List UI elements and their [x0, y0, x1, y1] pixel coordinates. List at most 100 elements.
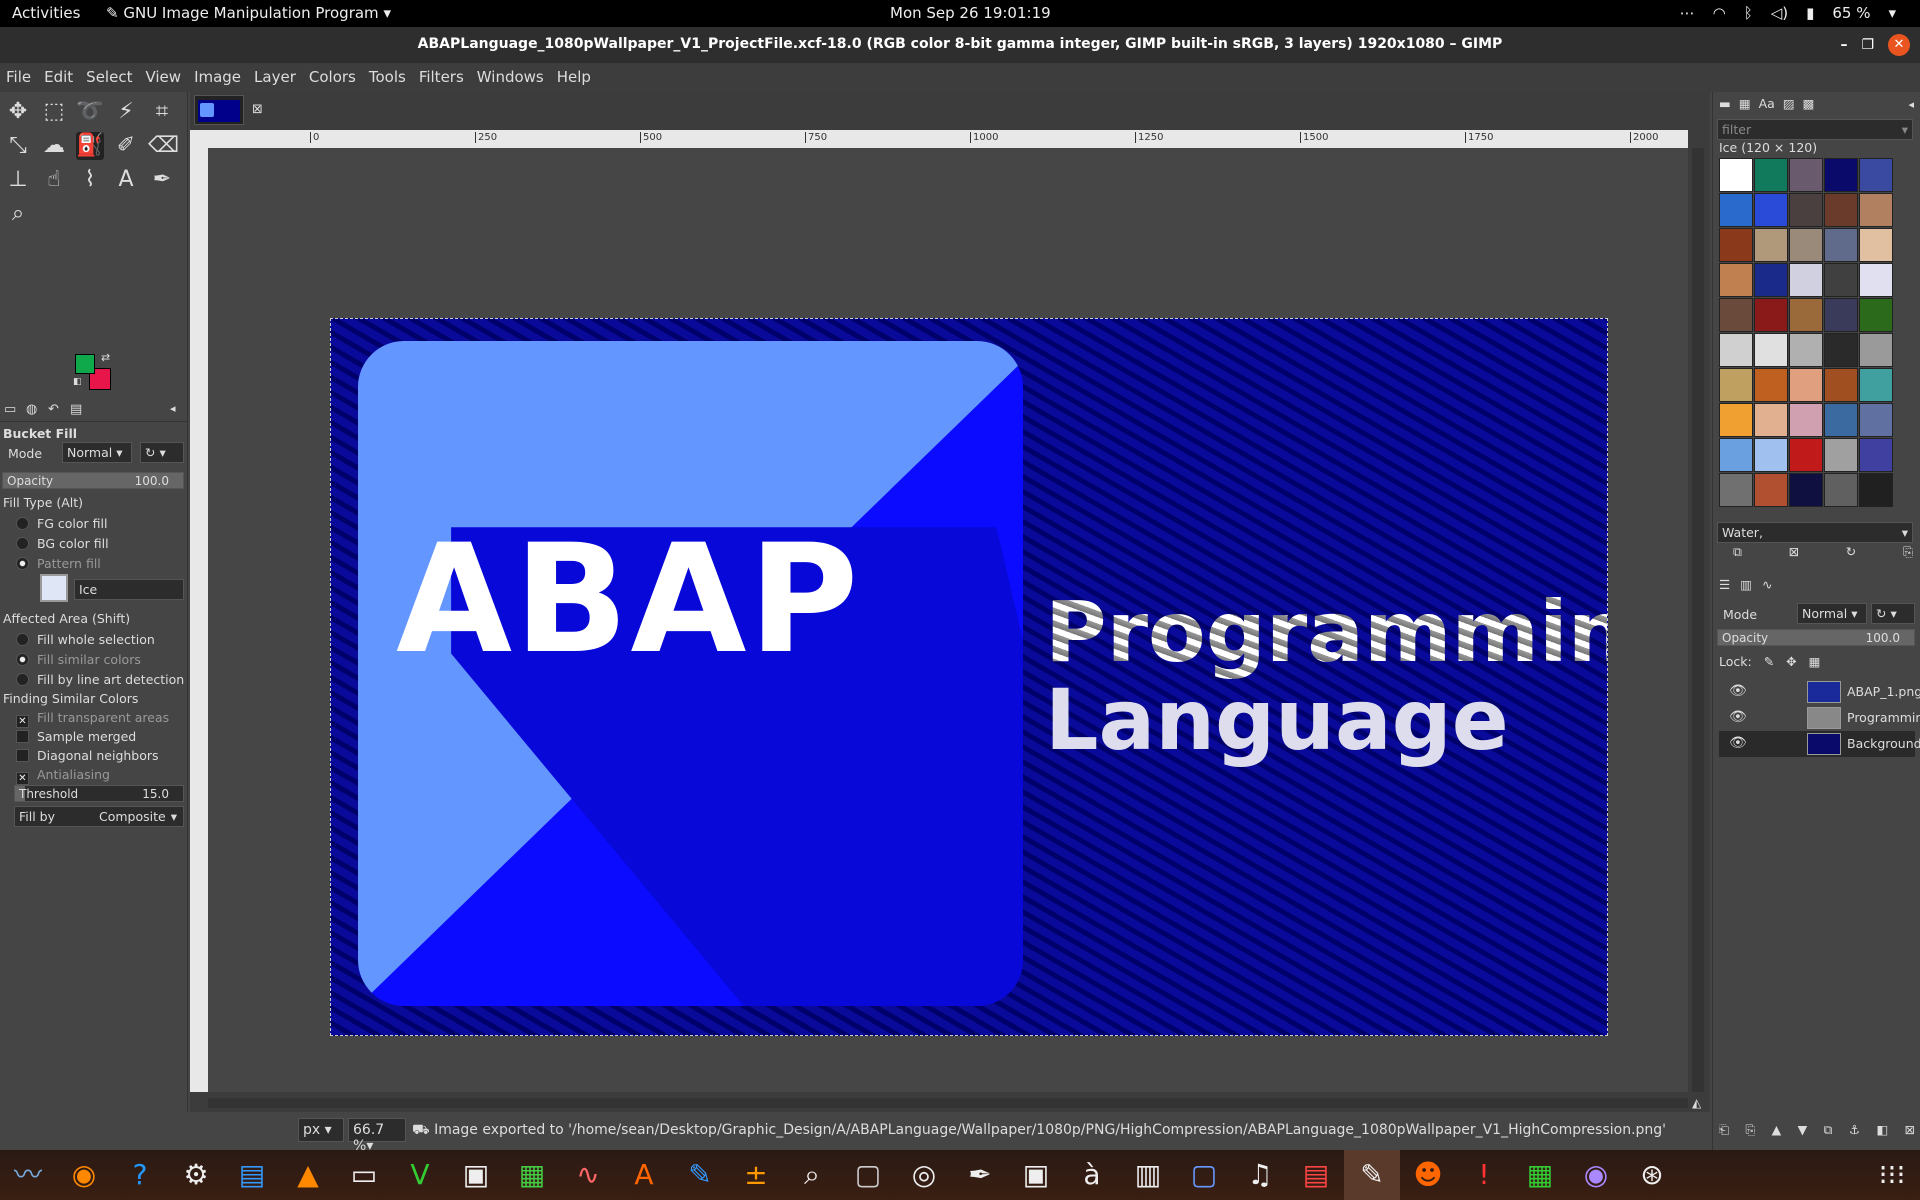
pattern-swatch[interactable]	[1859, 228, 1893, 262]
vertical-scrollbar[interactable]	[1692, 148, 1704, 1092]
delete-layer-icon[interactable]: ⊠	[1904, 1122, 1914, 1138]
pattern-swatch[interactable]	[1859, 473, 1893, 507]
color-picker-tool-icon[interactable]: ✒	[148, 166, 176, 194]
bluetooth-icon[interactable]: ᛒ	[1744, 4, 1753, 22]
terminal-icon[interactable]: ▭	[336, 1150, 392, 1200]
update-notifier-icon[interactable]: !	[1456, 1150, 1512, 1200]
pattern-swatch[interactable]	[1859, 263, 1893, 297]
pattern-tag-field[interactable]: Water, ▾	[1717, 522, 1913, 543]
pattern-swatch[interactable]	[1754, 473, 1788, 507]
fuzzy-select-tool-icon[interactable]: ⚡	[112, 98, 140, 126]
pattern-swatch[interactable]	[1824, 228, 1858, 262]
raise-layer-icon[interactable]: ▲	[1772, 1122, 1782, 1138]
open-pattern-icon[interactable]: ⎘	[1903, 544, 1913, 560]
writer-icon[interactable]: ▤	[224, 1150, 280, 1200]
warp-transform-tool-icon[interactable]: ☁	[40, 132, 68, 160]
menu-image[interactable]: Image	[188, 63, 248, 86]
app-store-icon[interactable]: ⊛	[1624, 1150, 1680, 1200]
new-group-icon[interactable]: ⎘	[1745, 1122, 1755, 1138]
similar-colors-checkbox[interactable]: ✕ Fill transparent areas	[16, 710, 169, 728]
brushes-tab-icon[interactable]: ▬	[1719, 96, 1731, 111]
system-monitor-icon[interactable]: 〰	[0, 1150, 56, 1200]
volume-icon[interactable]: ◁)	[1771, 4, 1788, 22]
character-map-icon[interactable]: à	[1064, 1150, 1120, 1200]
pattern-swatch[interactable]	[1789, 263, 1823, 297]
display-icon[interactable]: ▣	[448, 1150, 504, 1200]
pattern-swatch[interactable]	[1719, 403, 1753, 437]
images-tab-icon[interactable]: ▤	[70, 402, 82, 417]
show-applications-icon[interactable]: ⁝⁝⁝	[1864, 1150, 1920, 1200]
battery-icon[interactable]: ▮	[1806, 4, 1814, 22]
anchor-layer-icon[interactable]: ⚓	[1849, 1122, 1860, 1138]
image-viewer-icon[interactable]: ⌕	[784, 1150, 840, 1200]
affected-area-option[interactable]: Fill whole selection	[16, 632, 155, 647]
menu-view[interactable]: View	[139, 63, 188, 86]
gradients-tab-icon[interactable]: ▨	[1783, 96, 1795, 111]
mask-layer-icon[interactable]: ◧	[1876, 1122, 1888, 1138]
pattern-swatch[interactable]	[1824, 333, 1858, 367]
pattern-swatch[interactable]	[1719, 193, 1753, 227]
layers-tab-icon[interactable]: ☰	[1719, 577, 1730, 592]
pattern-swatch[interactable]	[1859, 368, 1893, 402]
settings-icon[interactable]: ⚙	[168, 1150, 224, 1200]
menu-file[interactable]: File	[0, 63, 38, 86]
pattern-swatch[interactable]	[1789, 158, 1823, 192]
lock-position-icon[interactable]: ✥	[1786, 654, 1796, 669]
pattern-swatch[interactable]	[1719, 263, 1753, 297]
wifi-icon[interactable]: ◠	[1713, 4, 1726, 22]
pattern-swatch[interactable]	[1859, 438, 1893, 472]
swap-colors-icon[interactable]: ⇄	[101, 351, 110, 364]
pattern-swatch[interactable]	[1754, 368, 1788, 402]
eraser-tool-icon[interactable]: ⌫	[148, 132, 179, 160]
similar-colors-checkbox[interactable]: Sample merged	[16, 729, 136, 744]
navigate-icon[interactable]: ◭	[1692, 1096, 1701, 1110]
vim-icon[interactable]: V	[392, 1150, 448, 1200]
dock-menu-icon[interactable]: ◂	[170, 402, 176, 415]
app-menu[interactable]: ✎ GNU Image Manipulation Program ▾	[106, 4, 391, 22]
menu-filters[interactable]: Filters	[413, 63, 471, 86]
menu-tools[interactable]: Tools	[363, 63, 413, 86]
pdf-viewer-icon[interactable]: ▤	[1288, 1150, 1344, 1200]
pattern-swatch[interactable]	[1789, 333, 1823, 367]
pattern-swatch[interactable]	[1859, 193, 1893, 227]
pattern-swatch[interactable]	[1719, 298, 1753, 332]
free-select-tool-icon[interactable]: ➰	[76, 98, 104, 126]
affected-area-option[interactable]: Fill similar colors	[16, 652, 141, 667]
visibility-eye-icon[interactable]: 👁	[1729, 683, 1747, 699]
screenshot-icon[interactable]: ▣	[1008, 1150, 1064, 1200]
pattern-swatch[interactable]	[1859, 333, 1893, 367]
pattern-grid[interactable]	[1719, 158, 1895, 518]
text-tool-icon[interactable]: A	[112, 166, 140, 194]
pattern-swatch[interactable]	[1859, 403, 1893, 437]
audio-editor-icon[interactable]: ∿	[560, 1150, 616, 1200]
archive-manager-icon[interactable]: ▥	[1120, 1150, 1176, 1200]
layers-mode-select[interactable]: Normal ▾	[1797, 603, 1867, 624]
pattern-swatch[interactable]	[1719, 438, 1753, 472]
foreground-color-swatch[interactable]	[75, 354, 95, 374]
game-icon[interactable]: ☻	[1400, 1150, 1456, 1200]
pattern-swatch[interactable]	[1824, 473, 1858, 507]
pattern-swatch[interactable]	[1824, 438, 1858, 472]
pattern-swatch[interactable]	[1719, 473, 1753, 507]
pattern-swatch[interactable]	[1789, 368, 1823, 402]
pattern-swatch[interactable]	[1754, 298, 1788, 332]
horizontal-scrollbar[interactable]	[208, 1098, 1688, 1108]
pattern-swatch[interactable]	[1789, 438, 1823, 472]
refresh-patterns-icon[interactable]: ↻	[1846, 544, 1856, 560]
close-image-tab-icon[interactable]: ⊠	[252, 102, 263, 117]
fonts-tab-icon[interactable]: Aa	[1759, 96, 1775, 111]
pattern-swatch[interactable]	[1754, 158, 1788, 192]
pattern-swatch[interactable]	[1719, 333, 1753, 367]
pattern-filter-input[interactable]: filter ▾	[1717, 119, 1913, 140]
pattern-swatch[interactable]	[1719, 158, 1753, 192]
device-status-tab-icon[interactable]: ◍	[26, 402, 37, 417]
camera-icon[interactable]: ◉	[1568, 1150, 1624, 1200]
dock-menu-icon[interactable]: ◂	[1908, 98, 1914, 111]
vertical-ruler[interactable]	[190, 148, 208, 1092]
pattern-swatch[interactable]	[1754, 403, 1788, 437]
help-icon[interactable]: ?	[112, 1150, 168, 1200]
default-colors-icon[interactable]: ◧	[73, 377, 82, 387]
mode-select[interactable]: Normal ▾	[62, 442, 132, 463]
layers-mode-reset[interactable]: ↻ ▾	[1871, 603, 1915, 624]
pattern-swatch[interactable]	[1824, 158, 1858, 192]
